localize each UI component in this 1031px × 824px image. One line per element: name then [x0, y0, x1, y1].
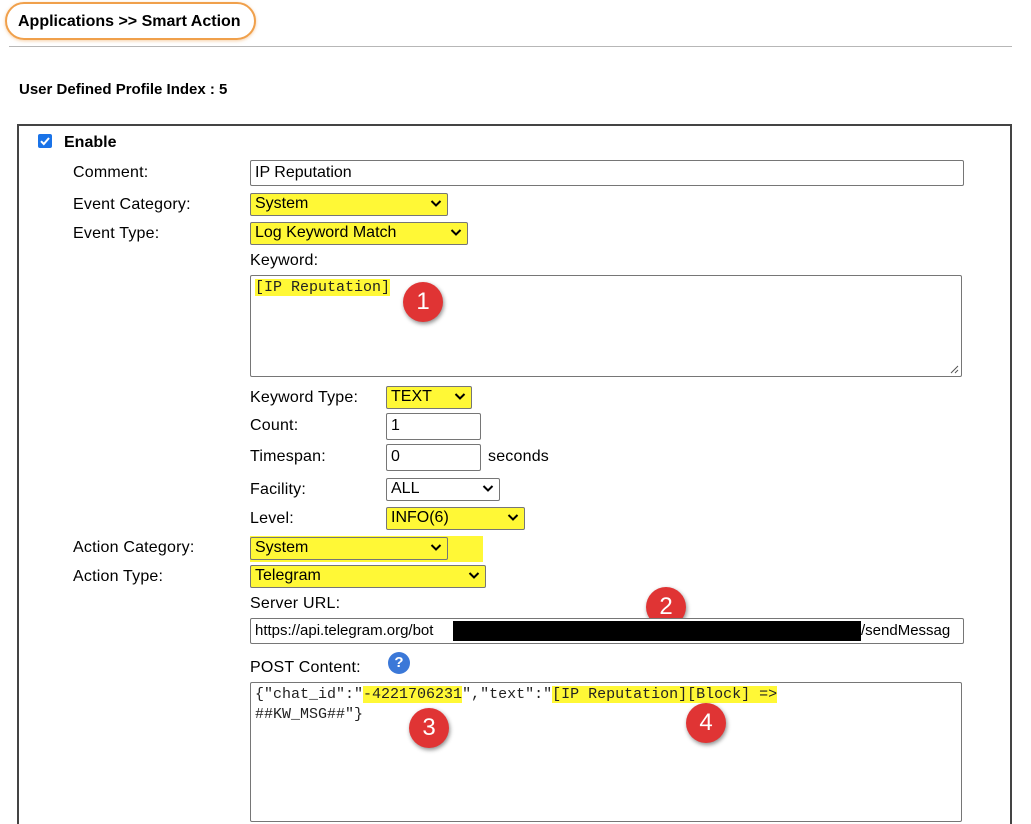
action-category-label: Action Category: [73, 539, 195, 556]
annotation-badge-4: 4 [686, 703, 726, 743]
keyword-value: [IP Reputation] [255, 279, 391, 296]
post-content-textarea[interactable]: {"chat_id":"-4221706231","text":"[IP Rep… [250, 682, 962, 822]
level-value: INFO(6) [391, 509, 449, 526]
server-url-prefix: https://api.telegram.org/bot [255, 622, 434, 639]
chevron-down-icon [507, 514, 519, 521]
server-url-suffix: /sendMessag [861, 622, 951, 639]
keyword-textarea[interactable]: [IP Reputation] [250, 275, 962, 377]
action-type-value: Telegram [255, 567, 321, 584]
annotation-badge-1: 1 [403, 282, 443, 322]
keyword-type-label: Keyword Type: [250, 389, 359, 406]
profile-index-title: User Defined Profile Index : 5 [19, 81, 228, 98]
post-chat-id: -4221706231 [363, 686, 463, 703]
event-category-value: System [255, 195, 309, 212]
post-line-1: {"chat_id":"-4221706231","text":"[IP Rep… [255, 685, 957, 705]
chevron-down-icon [450, 229, 462, 236]
action-category-select[interactable]: System [250, 537, 448, 560]
facility-label: Facility: [250, 481, 307, 498]
enable-checkbox[interactable] [38, 134, 52, 148]
comment-label: Comment: [73, 164, 149, 181]
facility-select[interactable]: ALL [386, 478, 500, 501]
redacted-token [453, 621, 861, 641]
annotation-badge-3: 3 [409, 708, 449, 748]
event-type-select[interactable]: Log Keyword Match [250, 222, 468, 245]
post-text: [IP Reputation][Block] => [552, 686, 778, 703]
count-label: Count: [250, 417, 299, 434]
comment-input[interactable]: IP Reputation [250, 160, 964, 186]
server-url-label: Server URL: [250, 595, 341, 612]
post-content-label: POST Content: [250, 659, 361, 676]
action-category-value: System [255, 539, 309, 556]
enable-label: Enable [64, 134, 117, 151]
help-icon[interactable]: ? [388, 652, 410, 674]
resize-grip-icon[interactable] [949, 364, 959, 374]
post-part-2: ","text":" [462, 686, 553, 703]
chevron-down-icon [430, 544, 442, 551]
count-input[interactable]: 1 [386, 413, 481, 440]
event-category-label: Event Category: [73, 196, 191, 213]
action-type-label: Action Type: [73, 568, 164, 585]
post-line-2: ##KW_MSG##"} [255, 706, 364, 723]
event-type-value: Log Keyword Match [255, 224, 397, 241]
keyword-type-select[interactable]: TEXT [386, 386, 472, 409]
chevron-down-icon [454, 393, 466, 400]
server-url-input[interactable]: https://api.telegram.org/bot /sendMessag [250, 618, 964, 644]
facility-value: ALL [391, 480, 420, 497]
chevron-down-icon [468, 572, 480, 579]
level-select[interactable]: INFO(6) [386, 507, 525, 530]
seconds-unit-label: seconds [488, 448, 549, 465]
post-part-1: {"chat_id":" [255, 686, 364, 703]
header-divider [9, 46, 1012, 47]
check-icon [40, 137, 50, 146]
event-type-label: Event Type: [73, 225, 160, 242]
breadcrumb[interactable]: Applications >> Smart Action [18, 13, 241, 31]
timespan-value: 0 [391, 448, 400, 465]
level-label: Level: [250, 510, 294, 527]
keyword-type-value: TEXT [391, 388, 432, 405]
chevron-down-icon [430, 200, 442, 207]
chevron-down-icon [482, 485, 494, 492]
keyword-label: Keyword: [250, 252, 319, 269]
timespan-label: Timespan: [250, 448, 326, 465]
action-type-select[interactable]: Telegram [250, 565, 486, 588]
event-category-select[interactable]: System [250, 193, 448, 216]
comment-value: IP Reputation [255, 164, 352, 181]
count-value: 1 [391, 417, 400, 434]
timespan-input[interactable]: 0 [386, 444, 481, 471]
